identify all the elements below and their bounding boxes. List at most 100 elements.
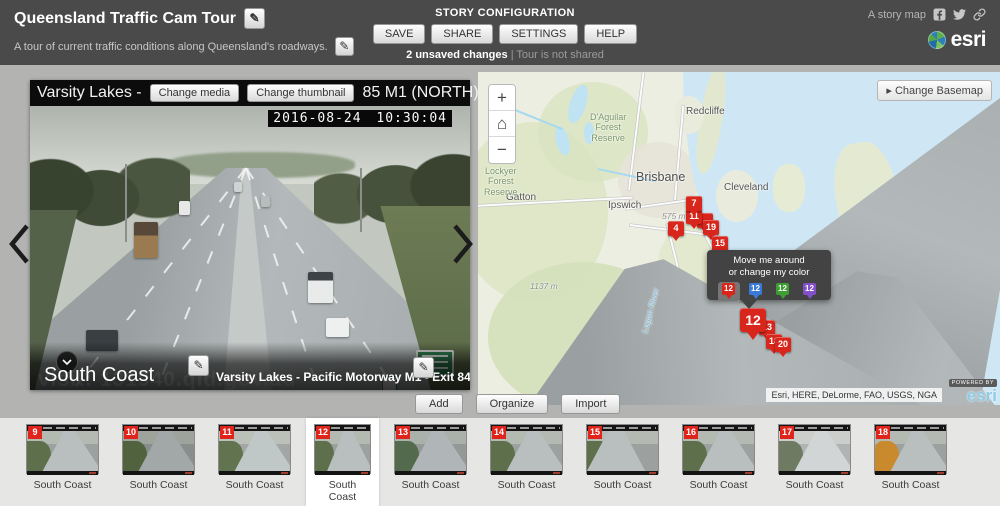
thumb-cam-footer: [219, 471, 290, 475]
location-label: South Coast: [44, 364, 155, 386]
page-subtitle: A tour of current traffic conditions alo…: [14, 40, 328, 53]
thumbnail-number-badge: 17: [780, 426, 794, 439]
thumbnail-card-17: 17 South Coast: [778, 424, 851, 506]
carousel-track: 9 South Coast 10 South Coast 11 South Coast 12…: [26, 418, 947, 506]
thumbnail-card-14: 14 South Coast: [490, 424, 563, 506]
home-button[interactable]: ⌂: [489, 111, 515, 137]
thumbnail-14[interactable]: 14: [490, 424, 563, 475]
map-marker-19[interactable]: 19: [703, 220, 719, 240]
header: Queensland Traffic Cam Tour ✎ A tour of …: [0, 0, 1000, 65]
thumbnail-number-badge: 9: [28, 426, 42, 439]
thumbnail-label: South Coast: [401, 479, 460, 491]
zoom-in-button[interactable]: +: [489, 85, 515, 111]
thumbnail-number-badge: 13: [396, 426, 410, 439]
status-separator: |: [510, 49, 514, 61]
thumb-cam-footer: [875, 471, 946, 475]
map-panel[interactable]: BrisbaneRedcliffeClevelandIpswichGattonG…: [478, 72, 1000, 405]
config-button-save[interactable]: SAVE: [372, 24, 426, 44]
map-zoom-control: + ⌂ −: [488, 84, 516, 164]
thumbnail-label: South Coast: [881, 479, 940, 491]
zoom-out-button[interactable]: −: [489, 137, 515, 163]
marker-color-purple[interactable]: 12: [799, 282, 821, 301]
organize-button[interactable]: Organize: [475, 394, 549, 414]
photo-title-bar: Varsity Lakes - Change media Change thum…: [30, 80, 479, 106]
previous-stop-button[interactable]: [6, 222, 32, 271]
marker-number: 15: [714, 238, 725, 248]
thumbnail-label: South Coast: [328, 479, 357, 503]
thumbnail-11[interactable]: 11: [218, 424, 291, 475]
config-button-settings[interactable]: SETTINGS: [499, 24, 579, 44]
thumbnail-number-badge: 14: [492, 426, 506, 439]
thumbnail-18[interactable]: 18: [874, 424, 947, 475]
map-marker-15[interactable]: 15: [712, 236, 728, 256]
config-button-help[interactable]: HELP: [584, 24, 638, 44]
minipin-icon: 12: [749, 282, 762, 299]
map-markers: 1174191513121820: [478, 72, 1000, 405]
minipin-icon: 12: [722, 282, 735, 299]
thumbnail-card-16: 16 South Coast: [682, 424, 755, 506]
thumb-cam-footer: [491, 471, 562, 475]
vehicle-truck: [134, 222, 158, 258]
thumbnail-label: South Coast: [689, 479, 748, 491]
tooltip-swatches: 12 12 12 12: [707, 281, 831, 301]
change-media-button[interactable]: Change media: [149, 84, 240, 102]
marker-color-blue[interactable]: 12: [745, 282, 767, 301]
next-stop-button[interactable]: [450, 222, 476, 271]
marker-number: 4: [673, 223, 679, 233]
unsaved-changes-text: 2 unsaved changes: [406, 49, 508, 61]
photo-title-left: Varsity Lakes -: [37, 84, 142, 101]
marker-number: 19: [705, 222, 716, 232]
thumb-cam-footer: [123, 471, 194, 475]
marker-color-green[interactable]: 12: [772, 282, 794, 301]
thumbnail-card-11: 11 South Coast: [218, 424, 291, 506]
thumbnail-number-badge: 18: [876, 426, 890, 439]
thumbnail-17[interactable]: 17: [778, 424, 851, 475]
thumb-cam-footer: [587, 471, 658, 475]
add-button[interactable]: Add: [415, 394, 463, 414]
thumbnail-card-13: 13 South Coast: [394, 424, 467, 506]
thumbnail-15[interactable]: 15: [586, 424, 659, 475]
map-marker-4[interactable]: 4: [668, 221, 684, 241]
edit-location-button[interactable]: ✎: [188, 355, 209, 376]
vehicle-car: [234, 182, 242, 192]
config-button-share[interactable]: SHARE: [431, 24, 494, 44]
caret-icon: ▸: [886, 85, 892, 97]
vehicle-car: [179, 201, 190, 215]
thumbnail-label: South Coast: [593, 479, 652, 491]
edit-title-button[interactable]: ✎: [243, 8, 265, 29]
thumbnail-card-18: 18 South Coast: [874, 424, 947, 506]
thumbnail-number-badge: 15: [588, 426, 602, 439]
map-marker-7[interactable]: 7: [686, 196, 702, 216]
photo-panel: Varsity Lakes - Change media Change thum…: [30, 80, 479, 390]
thumbnail-13[interactable]: 13: [394, 424, 467, 475]
thumbnail-9[interactable]: 9: [26, 424, 99, 475]
facebook-icon[interactable]: [933, 8, 946, 21]
minipin-icon: 12: [803, 282, 816, 299]
map-marker-20[interactable]: 20: [775, 337, 791, 357]
thumb-cam-footer: [779, 471, 850, 475]
twitter-icon[interactable]: [953, 8, 966, 21]
tooltip-line2: or change my color: [728, 266, 810, 278]
thumbnail-label: South Coast: [33, 479, 92, 491]
thumbnail-card-9: 9 South Coast: [26, 424, 99, 506]
change-thumbnail-button[interactable]: Change thumbnail: [247, 84, 355, 102]
thumbnail-card-10: 10 South Coast: [122, 424, 195, 506]
esri-logo: esri: [927, 28, 987, 52]
powered-by-esri-logo: POWERED BY esri: [948, 371, 997, 404]
marker-color-red[interactable]: 12: [717, 281, 740, 301]
thumbnail-number-badge: 11: [220, 426, 234, 439]
thumbnail-12[interactable]: 12: [314, 424, 371, 475]
change-basemap-button[interactable]: ▸ Change Basemap: [877, 80, 992, 101]
story-configuration-label: STORY CONFIGURATION: [435, 7, 575, 19]
thumbnail-10[interactable]: 10: [122, 424, 195, 475]
link-icon[interactable]: [973, 8, 986, 21]
edit-caption-button[interactable]: ✎: [413, 357, 434, 378]
thumb-cam-footer: [315, 471, 370, 475]
thumbnail-16[interactable]: 16: [682, 424, 755, 475]
light-pole: [125, 164, 127, 242]
marker-number: 20: [777, 339, 788, 349]
story-map-builder: Queensland Traffic Cam Tour ✎ A tour of …: [0, 0, 1000, 506]
marker-tooltip: Move me around or change my color 12 12 12…: [707, 250, 831, 309]
status-line: 2 unsaved changes | Tour is not shared: [340, 49, 670, 61]
import-button[interactable]: Import: [561, 394, 621, 414]
